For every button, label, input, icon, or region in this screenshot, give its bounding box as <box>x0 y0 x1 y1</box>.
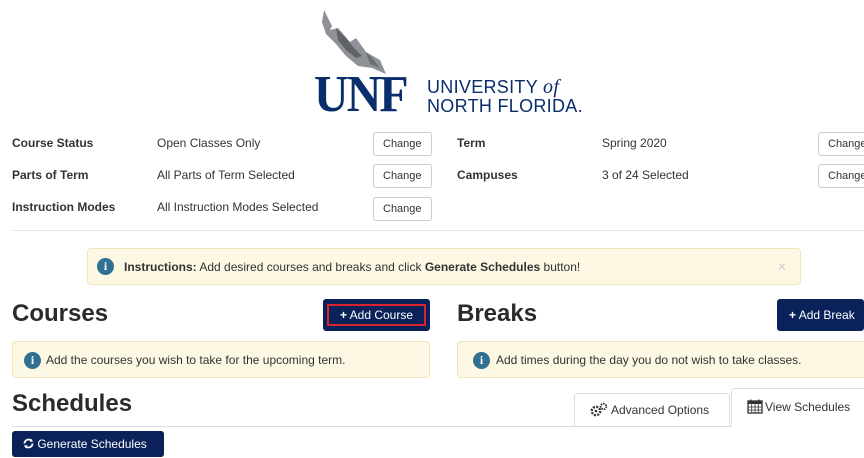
instructions-text: Instructions: Add desired courses and br… <box>124 260 581 274</box>
instruction-modes-label: Instruction Modes <box>12 200 116 214</box>
plus-icon: + <box>789 308 797 322</box>
instructions-alert: i Instructions: Add desired courses and … <box>87 248 801 285</box>
campuses-value: 3 of 24 Selected <box>602 168 689 182</box>
parts-of-term-label: Parts of Term <box>12 168 89 182</box>
breaks-note: i Add times during the day you do not wi… <box>457 341 864 378</box>
tab-advanced-options[interactable]: Advanced Options <box>574 393 730 426</box>
schedules-heading: Schedules <box>12 390 133 417</box>
add-break-button[interactable]: + Add Break <box>777 299 864 331</box>
tab-view-schedules[interactable]: View Schedules <box>731 388 864 427</box>
gears-icon <box>590 402 608 421</box>
parts-of-term-change-button[interactable]: Change <box>373 164 432 188</box>
info-icon: i <box>473 352 490 369</box>
courses-note: i Add the courses you wish to take for t… <box>12 341 430 378</box>
breaks-heading: Breaks <box>457 300 538 327</box>
add-course-button[interactable]: + Add Course <box>323 299 430 331</box>
term-label: Term <box>457 136 486 150</box>
generate-schedules-button[interactable]: Generate Schedules <box>12 431 164 457</box>
courses-heading: Courses <box>12 300 109 327</box>
plus-icon: + <box>339 308 347 322</box>
add-course-label: Add Course <box>349 308 414 322</box>
close-icon[interactable]: × <box>778 258 786 274</box>
logo-north-florida-text: NORTH FLORIDA. <box>427 96 583 116</box>
breaks-note-text: Add times during the day you do not wish… <box>496 353 802 367</box>
course-status-label: Course Status <box>12 136 94 150</box>
calendar-icon <box>747 399 763 417</box>
info-icon: i <box>97 258 114 275</box>
campuses-change-button[interactable]: Change <box>818 164 864 188</box>
generate-schedules-label: Generate Schedules <box>37 437 147 451</box>
instruction-modes-change-button[interactable]: Change <box>373 197 432 221</box>
info-icon: i <box>24 352 41 369</box>
instruction-modes-value: All Instruction Modes Selected <box>157 200 319 214</box>
term-value: Spring 2020 <box>602 136 667 150</box>
course-status-change-button[interactable]: Change <box>373 132 432 156</box>
logo-unf-mark: UNF <box>314 66 409 123</box>
courses-note-text: Add the courses you wish to take for the… <box>46 353 346 367</box>
campuses-label: Campuses <box>457 168 518 182</box>
parts-of-term-value: All Parts of Term Selected <box>157 168 295 182</box>
tab-advanced-options-label: Advanced Options <box>611 403 710 417</box>
add-break-label: Add Break <box>798 308 855 322</box>
tab-view-schedules-label: View Schedules <box>765 400 851 414</box>
tabs-underline <box>12 426 731 427</box>
course-status-value: Open Classes Only <box>157 136 261 150</box>
divider <box>12 230 864 231</box>
term-change-button[interactable]: Change <box>818 132 864 156</box>
refresh-icon <box>23 432 34 449</box>
